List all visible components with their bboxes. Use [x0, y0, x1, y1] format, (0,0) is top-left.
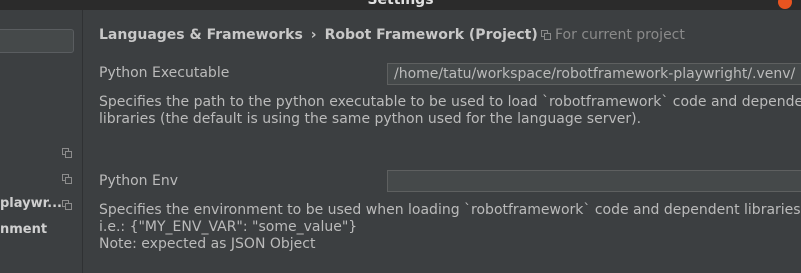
project-scope-icon — [541, 30, 551, 40]
sidebar-item-label: nment — [0, 222, 48, 237]
project-scope-icon — [62, 200, 72, 210]
sidebar-item-environment[interactable]: nment — [0, 222, 47, 237]
python-env-label: Python Env — [99, 173, 178, 189]
breadcrumb-separator: › — [310, 27, 317, 43]
python-env-input[interactable] — [387, 170, 801, 192]
window-title: Settings — [367, 0, 434, 8]
python-executable-input[interactable]: /home/tatu/workspace/robotframework-play… — [387, 63, 801, 85]
description-line: libraries (the default is using the same… — [99, 111, 642, 127]
sidebar-item-label: playwr... — [0, 196, 62, 211]
description-line: Specifies the environment to be used whe… — [99, 202, 801, 218]
project-scope-icon — [62, 148, 72, 158]
description-line: Note: expected as JSON Object — [99, 236, 316, 252]
project-scope-icon — [62, 174, 72, 184]
python-executable-label: Python Executable — [99, 65, 230, 81]
scope-indicator: For current project — [541, 27, 685, 43]
settings-content: Languages & Frameworks › Robot Framework (… — [83, 10, 801, 273]
description-line: Specifies the path to the python executa… — [99, 94, 801, 110]
breadcrumb-current: Robot Framework (Project) — [324, 27, 538, 43]
settings-search-input[interactable] — [0, 29, 74, 53]
python-env-description: Specifies the environment to be used whe… — [99, 202, 801, 253]
scope-label: For current project — [555, 27, 685, 43]
title-bar: Settings — [0, 0, 801, 10]
description-line: i.e.: {"MY_ENV_VAR": "some_value"} — [99, 219, 358, 235]
breadcrumb-parent[interactable]: Languages & Frameworks — [99, 27, 303, 43]
settings-sidebar: playwr... nment — [0, 10, 83, 273]
python-executable-description: Specifies the path to the python executa… — [99, 94, 801, 128]
sidebar-item-robot-framework[interactable]: playwr... — [0, 196, 62, 211]
breadcrumb: Languages & Frameworks › Robot Framework (… — [99, 27, 538, 43]
